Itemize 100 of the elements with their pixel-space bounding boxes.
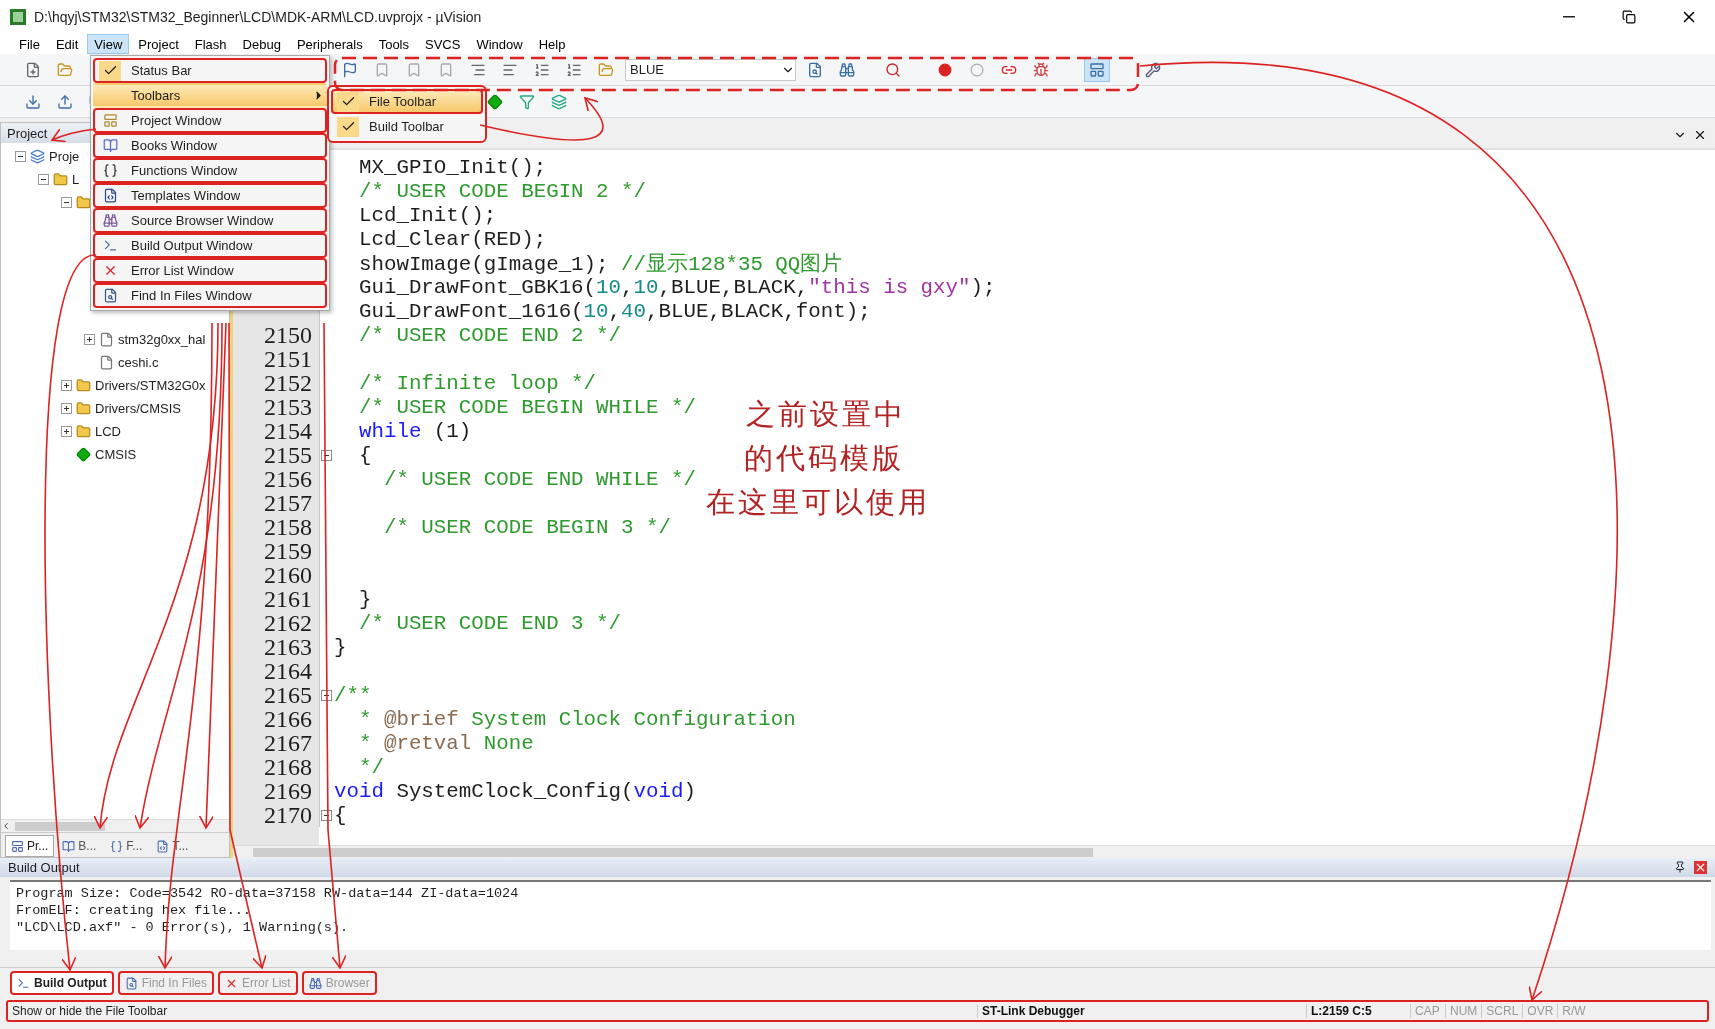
minimize-icon (1563, 16, 1575, 18)
menu-item[interactable]: Templates Window (93, 183, 327, 208)
code-line: Lcd_Init(); (357, 203, 497, 227)
file-search-icon (124, 976, 138, 990)
scroll-left-icon[interactable] (1, 821, 11, 831)
find-combo[interactable]: BLUE (625, 58, 796, 81)
tree-item[interactable]: L (72, 172, 80, 187)
line-number: 2154 (264, 418, 312, 444)
code-line: /* USER CODE BEGIN 3 */ (382, 515, 671, 539)
line-number: 2164 (264, 658, 312, 684)
status-indicator: L:2159 C:5 (1306, 1004, 1410, 1018)
menu-item[interactable]: Build Output Window (93, 233, 327, 258)
annotation-arrow (51, 128, 97, 143)
menu-item[interactable]: File (12, 34, 47, 54)
folder-icon (76, 378, 91, 393)
tree-item[interactable]: Drivers/STM32G0x (95, 378, 206, 393)
panel-tab[interactable]: B... (56, 835, 103, 857)
app-logo-icon (10, 9, 26, 25)
window-icon (11, 839, 24, 853)
code-line: Lcd_Clear(RED); (357, 227, 547, 251)
code-line: Gui_DrawFont_1616(10,40,BLUE,BLACK,font); (357, 299, 871, 323)
code-line: void SystemClock_Config(void) (333, 779, 696, 803)
code-line: /* USER CODE END WHILE */ (382, 467, 696, 491)
menu-item[interactable]: Books Window (93, 133, 327, 158)
code-line: while (1) (357, 419, 472, 443)
diamond-icon (76, 447, 91, 462)
menu-item[interactable]: Error List Window (93, 258, 327, 283)
line-number: 2158 (264, 514, 312, 540)
collapse-icon[interactable] (15, 151, 26, 162)
collapse-icon[interactable] (38, 174, 49, 185)
code-line: showImage(gImage_1); //显示128*35 QQ图片 (357, 251, 843, 277)
fold-icon[interactable] (320, 449, 332, 461)
expand-icon[interactable] (61, 403, 72, 414)
template-icon (156, 839, 170, 853)
status-indicator: NUM (1445, 1004, 1482, 1018)
handwritten-note: 之前设置中 的代码模版 在这里可以使用 (706, 396, 930, 521)
menu-item[interactable]: Functions Window (93, 158, 327, 183)
close-icon[interactable] (1693, 128, 1707, 142)
tree-item[interactable]: ceshi.c (118, 355, 159, 370)
line-number: 2169 (264, 778, 312, 804)
menu-item[interactable]: Find In Files Window (93, 283, 327, 308)
menu-item[interactable]: Debug (235, 34, 288, 54)
code-line: /* USER CODE BEGIN WHILE */ (357, 395, 696, 419)
binoculars-icon (308, 976, 322, 990)
line-number: 2156 (264, 466, 312, 492)
folder-icon (76, 195, 91, 210)
expand-icon[interactable] (61, 380, 72, 391)
menu-item[interactable]: Edit (48, 34, 86, 54)
tree-item[interactable]: CMSIS (95, 447, 137, 462)
menu-item[interactable]: Project (131, 34, 186, 54)
menu-item[interactable]: Flash (187, 34, 234, 54)
code-line: /** (333, 683, 372, 707)
code-line: */ (357, 755, 384, 779)
folder-icon (76, 401, 91, 416)
line-number: 2168 (264, 754, 312, 780)
horizontal-scrollbar[interactable] (1, 819, 229, 832)
expand-icon[interactable] (61, 426, 72, 437)
panel-title: Project (7, 125, 48, 141)
menu-item[interactable]: Build Toolbar (331, 114, 483, 139)
menu-item[interactable]: Status Bar (93, 58, 327, 83)
tree-item[interactable]: Drivers/CMSIS (95, 401, 181, 416)
horizontal-scrollbar[interactable] (233, 845, 1715, 858)
window-layout-icon[interactable] (1084, 57, 1110, 82)
menu-item[interactable]: Window (469, 34, 530, 54)
restore-icon (1622, 10, 1636, 24)
line-number: 2151 (264, 346, 312, 372)
code-line: * @brief System Clock Configuration (357, 707, 796, 731)
menu-item[interactable]: Toolbars (93, 83, 327, 108)
tree-item[interactable]: Proje (49, 149, 80, 164)
menu-item[interactable]: Tools (371, 34, 416, 54)
panel-tab[interactable]: F... (104, 835, 149, 857)
output-tab[interactable]: Build Output (10, 971, 114, 995)
code-line: /* USER CODE END 3 */ (357, 611, 622, 635)
fold-icon[interactable] (320, 809, 332, 821)
menu-item[interactable]: Source Browser Window (93, 208, 327, 233)
expand-icon[interactable] (84, 334, 95, 345)
panel-tab[interactable]: Pr... (5, 835, 55, 857)
line-number: 2161 (264, 586, 312, 612)
code-line: } (357, 587, 372, 611)
line-number: 2155 (264, 442, 312, 468)
status-indicator: ST-Link Debugger (977, 1004, 1306, 1018)
fold-icon[interactable] (320, 689, 332, 701)
line-number: 2162 (264, 610, 312, 636)
tree-item[interactable]: LCD (95, 424, 121, 439)
pin-icon[interactable] (1674, 861, 1686, 873)
code-line: Gui_DrawFont_GBK16(10,10,BLUE,BLACK,"this is gxy"); (357, 275, 996, 299)
menu-item[interactable]: File Toolbar (331, 89, 483, 114)
tree-item[interactable]: stm32g0xx_hal (118, 332, 206, 347)
status-message: Show or hide the File Toolbar (11, 1004, 169, 1018)
file-icon (99, 332, 114, 347)
menu-item[interactable]: Help (531, 34, 573, 54)
line-number: 2166 (264, 706, 312, 732)
menu-item[interactable]: Peripherals (289, 34, 370, 54)
menu-item[interactable]: View (87, 34, 130, 54)
menu-item[interactable]: SVCS (418, 34, 468, 54)
file-icon (99, 355, 114, 370)
line-number: 2159 (264, 538, 312, 564)
code-line: * @retval None (357, 731, 534, 755)
menu-item[interactable]: Project Window (93, 108, 327, 133)
collapse-icon[interactable] (61, 197, 72, 208)
